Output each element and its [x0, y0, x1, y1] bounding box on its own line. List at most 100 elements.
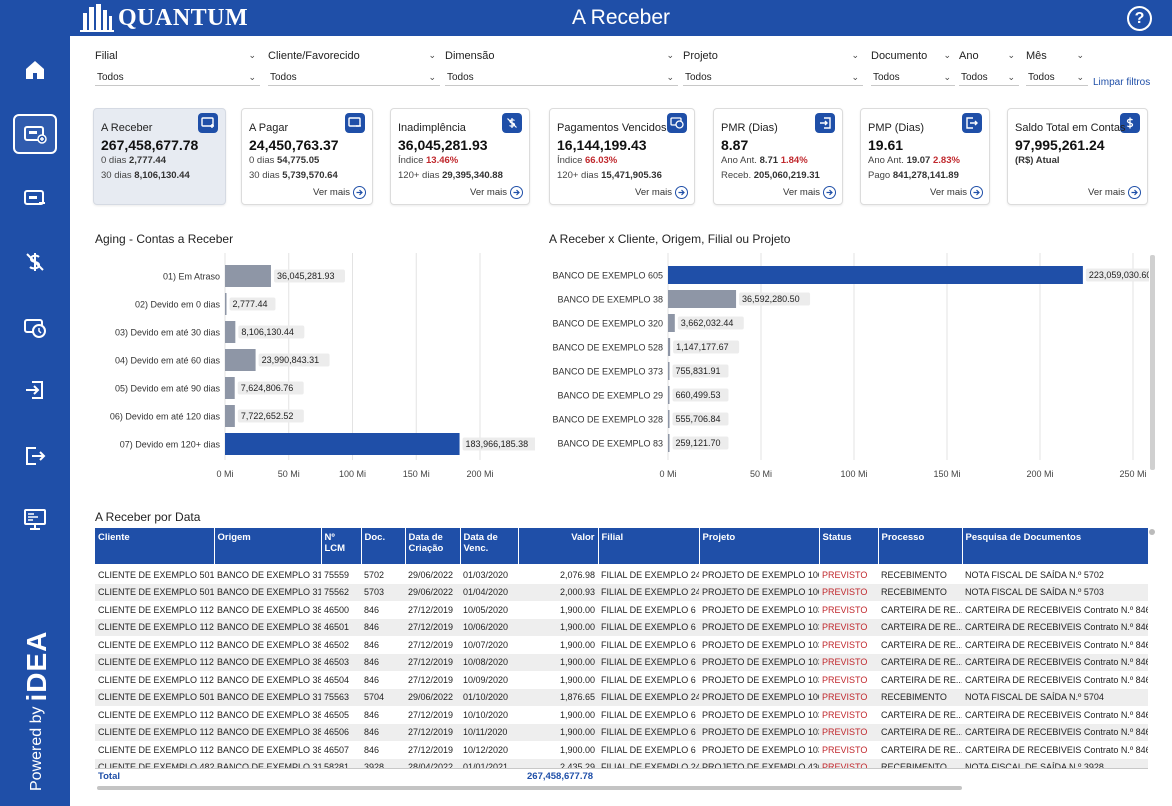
table-cell: PROJETO DE EXEMPLO 1035	[699, 601, 819, 619]
chevron-down-icon[interactable]: ⌄	[248, 72, 256, 83]
card-saldo-total[interactable]: Saldo Total em Contas 97,995,261.24 (R$) A…	[1007, 108, 1148, 205]
table-row[interactable]: CLIENTE DE EXEMPLO 1123 BANCO DE EXEMPLO …	[95, 618, 1148, 636]
bar[interactable]	[668, 314, 675, 332]
chevron-down-icon[interactable]: ⌄	[666, 50, 674, 66]
see-more-link[interactable]: Ver mais	[783, 186, 836, 199]
table-cell: PREVISTO	[819, 618, 878, 636]
sidebar-item-overdue[interactable]	[13, 308, 57, 348]
bar[interactable]	[668, 434, 670, 452]
filter-cliente[interactable]: Cliente/Favorecido ⌄ Todos ⌄	[268, 50, 440, 86]
bar[interactable]	[225, 433, 460, 455]
bar[interactable]	[225, 349, 256, 371]
table-cell: BANCO DE EXEMPLO 38	[214, 653, 321, 671]
bar[interactable]	[225, 377, 235, 399]
see-more-link[interactable]: Ver mais	[930, 186, 983, 199]
column-header[interactable]: Projeto	[699, 528, 820, 564]
column-header[interactable]: Processo	[878, 528, 963, 564]
table-row[interactable]: CLIENTE DE EXEMPLO 501 BANCO DE EXEMPLO 3…	[95, 583, 1148, 601]
receivable-icon[interactable]	[198, 113, 218, 133]
sidebar-item-monitor[interactable]	[13, 500, 57, 540]
column-header[interactable]: Data de Criação	[405, 528, 461, 564]
filter-filial[interactable]: Filial ⌄ Todos ⌄	[95, 50, 260, 86]
table-row[interactable]: CLIENTE DE EXEMPLO 1123 BANCO DE EXEMPLO …	[95, 671, 1148, 689]
see-more-link[interactable]: Ver mais	[635, 186, 688, 199]
table-row[interactable]: CLIENTE DE EXEMPLO 1123 BANCO DE EXEMPLO …	[95, 723, 1148, 741]
table-cell: PREVISTO	[819, 706, 878, 724]
see-more-link[interactable]: Ver mais	[470, 186, 523, 199]
chevron-down-icon[interactable]: ⌄	[1076, 72, 1084, 83]
filter-mes[interactable]: Mês ⌄ Todos ⌄	[1026, 50, 1088, 86]
table-row[interactable]: CLIENTE DE EXEMPLO 501 BANCO DE EXEMPLO 3…	[95, 566, 1148, 584]
column-header[interactable]: Filial	[598, 528, 700, 564]
card-a-receber[interactable]: A Receber 267,458,677.78 0 dias 2,777.44 30…	[93, 108, 226, 205]
bar[interactable]	[668, 410, 670, 428]
card-pmr[interactable]: PMR (Dias) 8.87 Ano Ant. 8.71 1.84% Receb. …	[713, 108, 843, 205]
sidebar-item-pmr[interactable]	[13, 370, 57, 410]
chevron-down-icon[interactable]: ⌄	[1007, 72, 1015, 83]
table-row[interactable]: CLIENTE DE EXEMPLO 1123 BANCO DE EXEMPLO …	[95, 741, 1148, 759]
bar[interactable]	[668, 290, 737, 308]
chevron-down-icon[interactable]: ⌄	[666, 72, 674, 83]
column-header[interactable]: Nº LCM	[321, 528, 362, 564]
sidebar-item-payable[interactable]	[13, 178, 57, 218]
clear-filters-link[interactable]: Limpar filtros	[1093, 77, 1150, 88]
bar[interactable]	[668, 338, 671, 356]
chevron-down-icon[interactable]: ⌄	[1076, 50, 1084, 66]
table-cell: 1,900.00	[518, 706, 598, 724]
table-row[interactable]: CLIENTE DE EXEMPLO 1123 BANCO DE EXEMPLO …	[95, 706, 1148, 724]
no-money-icon[interactable]	[502, 113, 522, 133]
column-header[interactable]: Valor	[518, 528, 599, 564]
chevron-down-icon[interactable]: ⌄	[851, 72, 859, 83]
column-header[interactable]: Doc.	[361, 528, 406, 564]
card-pagamentos-vencidos[interactable]: Pagamentos Vencidos 16,144,199.43 Índice 6…	[549, 108, 695, 205]
card-inadimplencia[interactable]: Inadimplência 36,045,281.93 Índice 13.46% 1…	[390, 108, 530, 205]
table-scroll-indicator[interactable]	[1149, 529, 1155, 535]
sidebar-item-receivable[interactable]	[13, 114, 57, 154]
column-header[interactable]: Pesquisa de Documentos	[962, 528, 1148, 564]
column-header[interactable]: Status	[819, 528, 879, 564]
table-cell: CARTEIRA DE RECEBIVEIS Contrato N.º 846	[962, 671, 1148, 689]
bar[interactable]	[668, 266, 1083, 284]
chart-scrollbar[interactable]	[1150, 255, 1155, 470]
filter-documento[interactable]: Documento ⌄ Todos ⌄	[871, 50, 955, 86]
card-a-pagar[interactable]: A Pagar 24,450,763.37 0 dias 54,775.05 30 d…	[241, 108, 373, 205]
bar[interactable]	[668, 362, 670, 380]
chevron-down-icon[interactable]: ⌄	[851, 50, 859, 66]
card-pmp[interactable]: PMP (Dias) 19.61 Ano Ant. 19.07 2.83% Pago …	[860, 108, 990, 205]
table-row[interactable]: CLIENTE DE EXEMPLO 501 BANCO DE EXEMPLO 3…	[95, 688, 1148, 706]
table-row[interactable]: CLIENTE DE EXEMPLO 1123 BANCO DE EXEMPLO …	[95, 636, 1148, 654]
sidebar-item-pmp[interactable]	[13, 436, 57, 476]
filter-projeto[interactable]: Projeto ⌄ Todos ⌄	[683, 50, 863, 86]
filter-value: Todos	[447, 71, 474, 83]
see-more-link[interactable]: Ver mais	[313, 186, 366, 199]
bar[interactable]	[225, 293, 227, 315]
chevron-down-icon[interactable]: ⌄	[428, 50, 436, 66]
column-header[interactable]: Data de Venc.	[460, 528, 519, 564]
chevron-down-icon[interactable]: ⌄	[1007, 50, 1015, 66]
chevron-down-icon[interactable]: ⌄	[428, 72, 436, 83]
table-row[interactable]: CLIENTE DE EXEMPLO 1123 BANCO DE EXEMPLO …	[95, 653, 1148, 671]
chevron-down-icon[interactable]: ⌄	[943, 72, 951, 83]
table-row[interactable]: CLIENTE DE EXEMPLO 1123 BANCO DE EXEMPLO …	[95, 601, 1148, 619]
bar[interactable]	[225, 405, 235, 427]
bar[interactable]	[668, 386, 670, 404]
chevron-down-icon[interactable]: ⌄	[248, 50, 256, 66]
table-horizontal-scrollbar[interactable]	[97, 786, 962, 790]
column-header[interactable]: Origem	[214, 528, 322, 564]
bar[interactable]	[225, 321, 236, 343]
bar[interactable]	[225, 265, 271, 287]
payable-icon[interactable]	[345, 113, 365, 133]
table-cell: 75559	[321, 566, 361, 584]
overdue-payment-icon[interactable]	[667, 113, 687, 133]
sidebar-item-home[interactable]	[13, 50, 57, 90]
filter-ano[interactable]: Ano ⌄ Todos ⌄	[959, 50, 1019, 86]
filter-dimensao[interactable]: Dimensão ⌄ Todos ⌄	[445, 50, 678, 86]
sidebar-item-default[interactable]	[13, 242, 57, 282]
sign-in-icon[interactable]	[815, 113, 835, 133]
data-label: 183,966,185.38	[466, 439, 529, 449]
column-header[interactable]: Cliente	[95, 528, 215, 564]
chevron-down-icon[interactable]: ⌄	[943, 50, 951, 66]
see-more-link[interactable]: Ver mais	[1088, 186, 1141, 199]
help-button[interactable]: ?	[1127, 6, 1152, 31]
sign-out-icon[interactable]	[962, 113, 982, 133]
